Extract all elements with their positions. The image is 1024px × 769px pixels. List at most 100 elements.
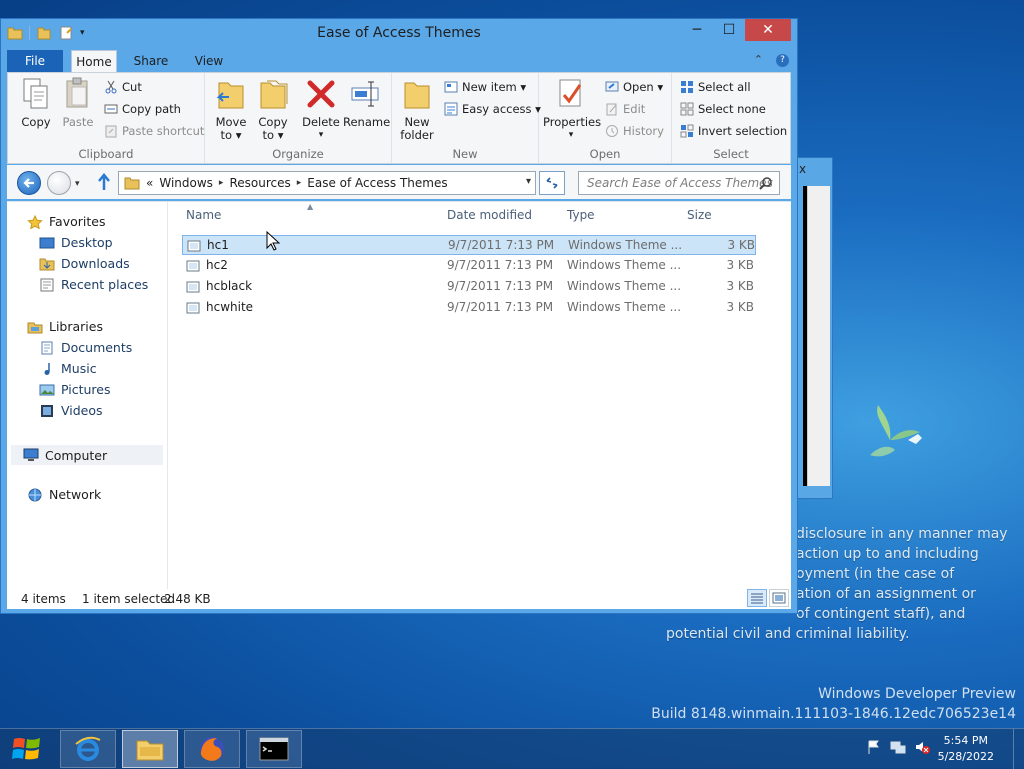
minimize-button[interactable]: ─ xyxy=(681,19,713,41)
title-bar[interactable]: ▾ Ease of Access Themes ─ ☐ ✕ xyxy=(1,19,797,49)
status-item-count: 4 items xyxy=(21,592,66,606)
new-item-button[interactable]: New item ▾ xyxy=(444,77,526,97)
edit-button[interactable]: Edit xyxy=(605,99,645,119)
maximize-button[interactable]: ☐ xyxy=(713,19,745,41)
history-button[interactable]: History xyxy=(605,121,664,141)
paste-shortcut-button[interactable]: Paste shortcut xyxy=(104,121,204,141)
breadcrumb-current[interactable]: Ease of Access Themes xyxy=(307,176,447,190)
move-to-button[interactable]: Move to ▾ xyxy=(211,77,251,142)
copy-button[interactable]: Copy xyxy=(14,77,58,129)
file-date: 9/7/2011 7:13 PM xyxy=(447,258,554,272)
nav-documents[interactable]: Documents xyxy=(39,340,132,355)
file-type: Windows Theme ... xyxy=(568,238,683,252)
nav-recent-places[interactable]: Recent places xyxy=(39,277,148,292)
recent-locations-dropdown-icon[interactable]: ▾ xyxy=(75,179,80,189)
action-center-flag-icon[interactable] xyxy=(866,739,882,755)
cut-button[interactable]: Cut xyxy=(104,77,142,97)
content-area: Favorites Desktop Downloads Recent place… xyxy=(7,201,791,590)
invert-selection-button[interactable]: Invert selection xyxy=(680,121,787,141)
nav-network[interactable]: Network xyxy=(27,487,101,502)
nav-pictures[interactable]: Pictures xyxy=(39,382,111,397)
large-icons-view-button[interactable] xyxy=(769,589,789,607)
nav-videos[interactable]: Videos xyxy=(39,403,103,418)
address-bar[interactable]: « Windows ▸ Resources ▸ Ease of Access T… xyxy=(118,171,536,195)
back-button[interactable] xyxy=(17,171,41,195)
background-window-scrollbar[interactable] xyxy=(807,186,830,486)
select-none-button[interactable]: Select none xyxy=(680,99,766,119)
nav-desktop[interactable]: Desktop xyxy=(39,235,113,250)
help-icon[interactable]: ? xyxy=(776,54,789,67)
search-placeholder: Search Ease of Access Themes xyxy=(587,176,773,190)
breadcrumb-separator-icon[interactable]: ▸ xyxy=(297,178,302,188)
refresh-button[interactable] xyxy=(539,171,565,195)
column-header-type[interactable]: Type xyxy=(567,208,595,222)
volume-muted-icon[interactable] xyxy=(914,739,930,755)
windows-logo-icon xyxy=(12,738,40,760)
show-desktop-button[interactable] xyxy=(1013,729,1024,769)
scissors-icon xyxy=(105,80,117,94)
tab-file[interactable]: File xyxy=(7,50,63,72)
start-button[interactable] xyxy=(0,729,56,769)
network-tray-icon[interactable] xyxy=(890,739,906,755)
copy-to-label-2: to ▾ xyxy=(262,128,284,142)
navigation-pane: Favorites Desktop Downloads Recent place… xyxy=(7,202,168,590)
new-folder-large-icon xyxy=(404,82,430,109)
theme-file-icon xyxy=(186,281,200,293)
address-dropdown-icon[interactable]: ▾ xyxy=(526,176,531,187)
recent-places-icon xyxy=(40,278,54,291)
search-icon[interactable] xyxy=(759,176,773,190)
select-all-button[interactable]: Select all xyxy=(680,77,751,97)
breadcrumb-windows[interactable]: Windows xyxy=(159,176,213,190)
group-open: Properties ▾ Open ▾ Edit History Open xyxy=(539,73,672,163)
details-view-button[interactable] xyxy=(747,589,767,607)
open-icon xyxy=(605,81,619,92)
background-window[interactable]: x xyxy=(796,157,833,499)
rename-button[interactable]: Rename xyxy=(343,77,391,129)
column-header-size[interactable]: Size xyxy=(687,208,712,222)
search-box[interactable]: Search Ease of Access Themes xyxy=(578,171,780,195)
tab-share[interactable]: Share xyxy=(125,50,177,72)
nav-favorites[interactable]: Favorites xyxy=(27,214,105,229)
nav-computer[interactable]: Computer xyxy=(11,445,163,465)
taskbar-file-explorer[interactable] xyxy=(122,730,178,768)
file-row[interactable]: hcblack 9/7/2011 7:13 PM Windows Theme .… xyxy=(182,277,756,297)
forward-button[interactable] xyxy=(47,171,71,195)
tab-view[interactable]: View xyxy=(183,50,235,72)
breadcrumb-overflow[interactable]: « xyxy=(146,176,153,190)
column-header-name[interactable]: Name xyxy=(186,208,221,222)
delete-label-2: ▾ xyxy=(318,130,324,140)
collapse-ribbon-icon[interactable]: ⌃ xyxy=(754,53,763,66)
file-row[interactable]: hc2 9/7/2011 7:13 PM Windows Theme ... 3… xyxy=(182,256,756,276)
breadcrumb-resources[interactable]: Resources xyxy=(229,176,290,190)
nav-music[interactable]: Music xyxy=(39,361,97,376)
taskbar-clock[interactable]: 5:54 PM 5/28/2022 xyxy=(938,733,994,765)
select-none-icon xyxy=(680,102,694,116)
taskbar-internet-explorer[interactable] xyxy=(60,730,116,768)
paste-shortcut-icon xyxy=(105,125,117,138)
taskbar-firefox[interactable] xyxy=(184,730,240,768)
column-header-date-modified[interactable]: Date modified xyxy=(447,208,532,222)
tab-home[interactable]: Home xyxy=(71,50,117,72)
copy-to-icon xyxy=(260,80,288,109)
background-window-close[interactable]: x xyxy=(799,162,806,176)
up-arrow-icon[interactable] xyxy=(97,173,111,191)
edit-label: Edit xyxy=(623,102,646,116)
rename-label: Rename xyxy=(343,115,391,129)
breadcrumb-separator-icon[interactable]: ▸ xyxy=(219,178,224,188)
star-icon xyxy=(27,214,43,229)
copy-path-button[interactable]: Copy path xyxy=(104,99,181,119)
copy-to-button[interactable]: Copy to ▾ xyxy=(253,77,293,142)
paste-button[interactable]: Paste xyxy=(58,77,98,129)
delete-button[interactable]: Delete ▾ xyxy=(301,77,341,142)
taskbar-command-prompt[interactable] xyxy=(246,730,302,768)
open-button[interactable]: Open ▾ xyxy=(605,77,663,97)
nav-downloads[interactable]: Downloads xyxy=(39,256,130,271)
file-row[interactable]: hcwhite 9/7/2011 7:13 PM Windows Theme .… xyxy=(182,298,756,318)
nav-libraries[interactable]: Libraries xyxy=(27,319,103,334)
properties-button[interactable]: Properties ▾ xyxy=(543,77,601,142)
close-button[interactable]: ✕ xyxy=(745,19,791,41)
history-label: History xyxy=(623,124,664,138)
status-bar: 4 items 1 item selected 2.48 KB xyxy=(7,589,791,609)
new-folder-button[interactable]: New folder xyxy=(396,77,438,142)
easy-access-button[interactable]: Easy access ▾ xyxy=(444,99,541,119)
